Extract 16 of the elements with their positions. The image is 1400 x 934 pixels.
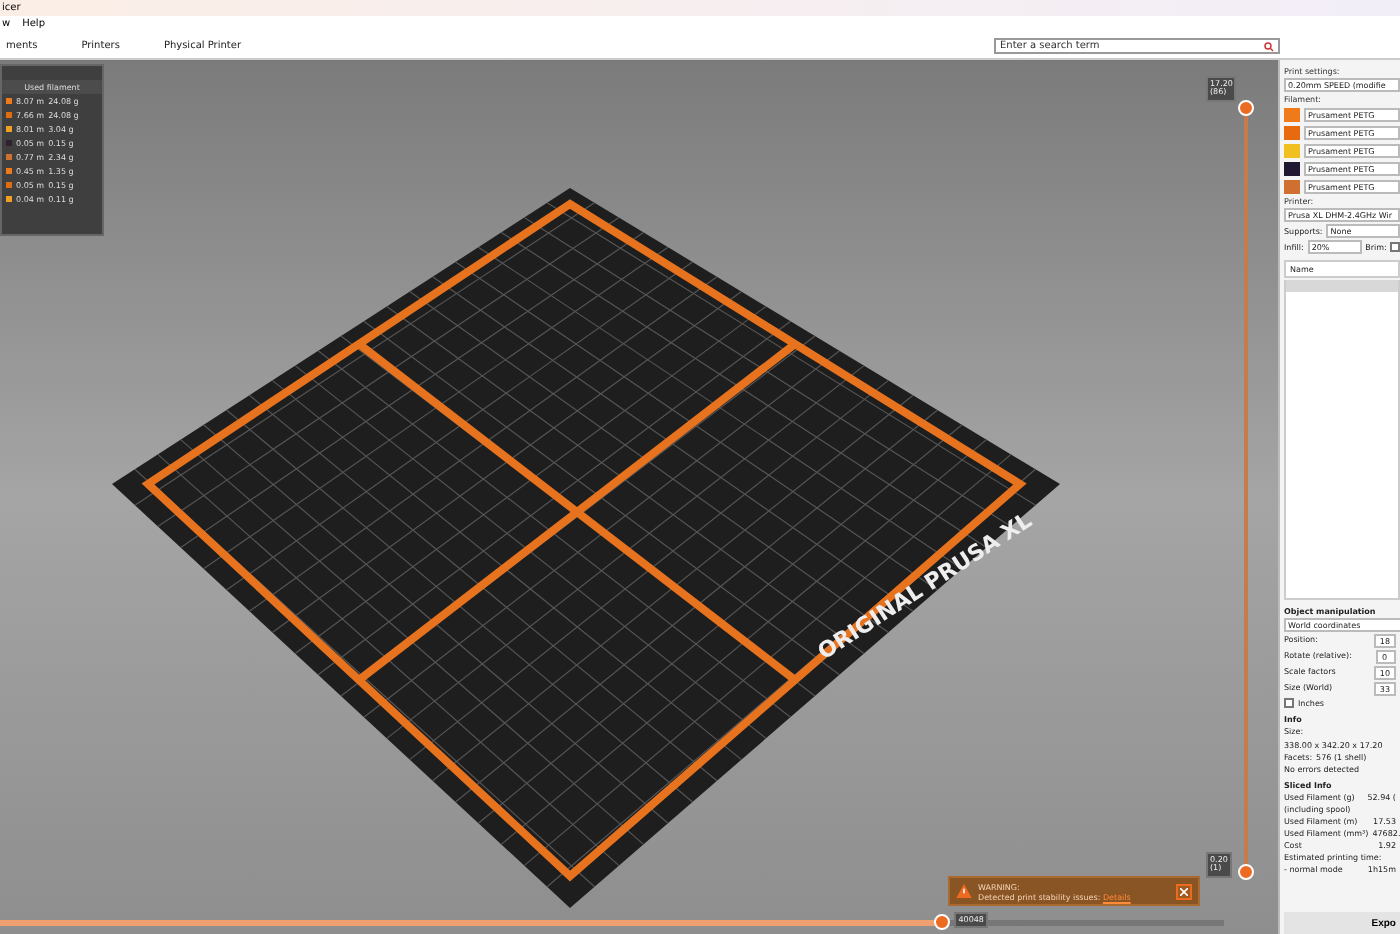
filament-swatch[interactable]: [1284, 143, 1300, 157]
filament-swatch[interactable]: [1284, 125, 1300, 139]
filament-swatch[interactable]: [1284, 107, 1300, 121]
filament-swatch[interactable]: [1284, 161, 1300, 175]
slider-thumb[interactable]: [1238, 100, 1254, 116]
slider-thumb[interactable]: [934, 914, 951, 930]
slider-thumb[interactable]: [1238, 864, 1254, 880]
search-icon: [1264, 41, 1274, 51]
move-slider[interactable]: [0, 920, 1224, 926]
3d-viewport[interactable]: [0, 60, 1278, 934]
close-button[interactable]: [1176, 883, 1192, 899]
brim-checkbox[interactable]: [1390, 242, 1400, 252]
filament-swatch[interactable]: [1284, 179, 1300, 193]
warning-icon: [956, 884, 972, 898]
close-icon: [1180, 887, 1188, 895]
inches-checkbox[interactable]: [1284, 698, 1294, 708]
